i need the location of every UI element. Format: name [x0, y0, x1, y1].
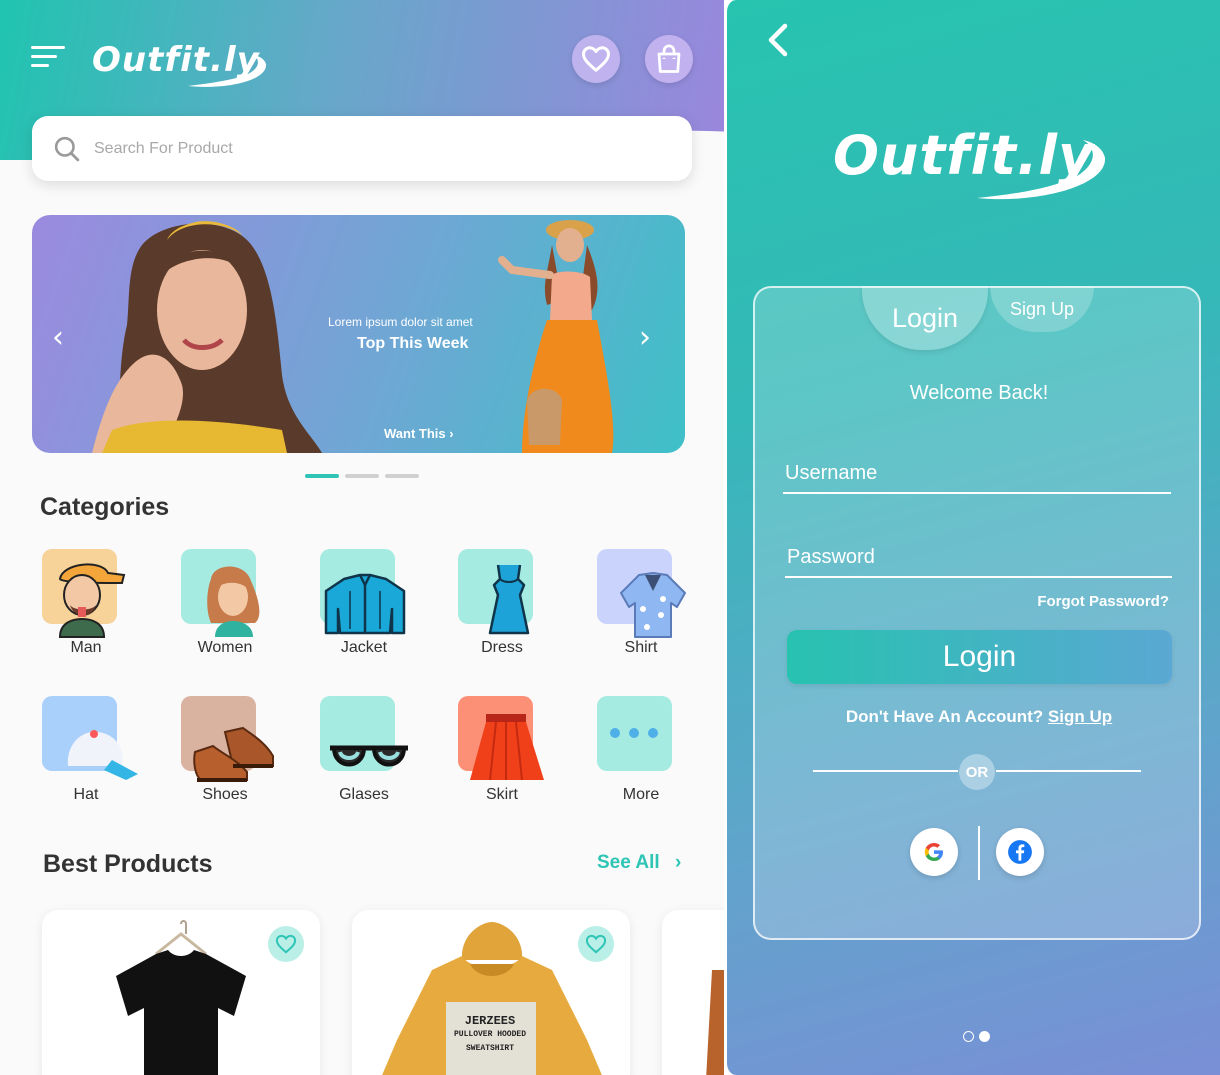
hoodie-print-line: PULLOVER HOODED [453, 1030, 526, 1039]
category-label: Hat [73, 786, 99, 803]
shoes-icon [193, 726, 274, 782]
login-button[interactable]: Login [787, 630, 1172, 684]
password-input[interactable] [785, 538, 1172, 576]
tab-login[interactable]: Login [862, 286, 988, 350]
banner-prev-arrow[interactable]: ‹ [52, 320, 64, 355]
logo-swoosh-icon [188, 55, 267, 87]
category-label: Women [197, 639, 253, 656]
glasses-icon [330, 745, 408, 767]
category-skirt[interactable]: Skirt [458, 696, 568, 816]
carousel-dot[interactable] [385, 474, 419, 478]
signup-link[interactable]: Sign Up [1048, 707, 1112, 726]
menu-icon[interactable] [31, 46, 65, 72]
no-account-text: Don't Have An Account? [845, 707, 1044, 726]
jacket-icon [324, 573, 406, 635]
dress-icon [488, 564, 530, 635]
carousel-dot[interactable] [305, 474, 339, 478]
see-all-label: See All [597, 852, 660, 873]
username-field[interactable] [783, 454, 1171, 494]
category-hat[interactable]: Hat [42, 696, 152, 816]
see-all-link[interactable]: See All › [597, 852, 681, 874]
banner-next-arrow[interactable]: › [639, 320, 651, 355]
wishlist-button[interactable] [572, 35, 620, 83]
model-photo-right [498, 220, 614, 453]
divider-line [813, 770, 958, 772]
back-arrow-icon[interactable] [767, 22, 789, 58]
password-field[interactable] [785, 538, 1172, 578]
product-card[interactable] [42, 910, 320, 1075]
facebook-icon [1008, 840, 1032, 864]
hoodie-print: JERZEES PULLOVER HOODED SWEATSHIRT [448, 1014, 532, 1056]
hoodie-print-line: SWEATSHIRT [465, 1044, 514, 1053]
search-input[interactable] [94, 139, 594, 158]
google-icon [924, 843, 943, 861]
category-label: Jacket [340, 639, 388, 656]
categories-heading: Categories [40, 493, 170, 521]
login-screen: Outfit.ly Login Sign Up Welcome Back! Fo… [724, 0, 1220, 1075]
category-label: Shirt [624, 639, 658, 656]
category-glasses[interactable]: Glases [320, 696, 430, 816]
category-more[interactable]: More [597, 696, 707, 816]
divider-line [996, 770, 1141, 772]
man-avatar-icon [58, 563, 126, 638]
woman-avatar-icon [207, 566, 260, 637]
favorite-button[interactable] [268, 926, 304, 962]
model-photo-left [92, 221, 322, 453]
or-divider: OR [813, 754, 1143, 790]
heart-icon [275, 934, 297, 954]
home-screen: Outfit.ly Search For Product ‹ › Lorem i… [0, 0, 724, 1075]
promo-banner[interactable]: ‹ › Lorem ipsum dolor sit amet Top This … [32, 215, 685, 453]
carousel-dot[interactable] [345, 474, 379, 478]
search-icon [54, 136, 80, 161]
product-image-partial [706, 970, 724, 1075]
category-label: Man [70, 639, 102, 656]
username-input[interactable] [783, 454, 1171, 492]
pager-dot-active[interactable] [979, 1031, 990, 1042]
product-card[interactable]: JERZEES PULLOVER HOODED SWEATSHIRT [352, 910, 630, 1075]
skirt-icon [470, 714, 544, 781]
page-indicator [963, 1027, 995, 1046]
login-card: Login Sign Up Welcome Back! Forgot Passw… [753, 286, 1201, 940]
banner-cta-link[interactable]: Want This › [384, 426, 454, 441]
category-jacket[interactable]: Jacket [320, 549, 430, 669]
more-dots-icon [610, 728, 658, 738]
tab-signup[interactable]: Sign Up [990, 286, 1094, 332]
chevron-right-icon: › [674, 852, 682, 873]
cart-button[interactable] [645, 35, 693, 83]
cap-icon [67, 730, 138, 780]
banner-subtitle: Lorem ipsum dolor sit amet [328, 315, 473, 329]
heart-icon [582, 46, 610, 72]
banner-title: Top This Week [357, 335, 469, 352]
shopping-bag-icon [657, 44, 681, 73]
shirt-icon [620, 572, 686, 638]
category-dress[interactable]: Dress [458, 549, 568, 669]
category-women[interactable]: Women [181, 549, 291, 669]
search-bar[interactable] [32, 116, 692, 181]
category-shirt[interactable]: Shirt [597, 549, 707, 669]
product-card[interactable] [662, 910, 724, 1075]
google-login-button[interactable] [910, 828, 958, 876]
logo-swoosh-icon [977, 140, 1106, 200]
product-image-black-tshirt [116, 920, 246, 1075]
category-label: Shoes [202, 786, 248, 803]
category-shoes[interactable]: Shoes [181, 696, 291, 816]
signup-prompt: Don't Have An Account? Sign Up [755, 707, 1203, 727]
category-label: Skirt [486, 786, 518, 803]
hoodie-print-line: JERZEES [464, 1014, 516, 1028]
category-label: More [622, 786, 660, 803]
or-badge: OR [959, 754, 995, 790]
social-divider [978, 826, 980, 880]
best-products-heading: Best Products [43, 850, 213, 878]
pager-dot[interactable] [963, 1031, 974, 1042]
facebook-login-button[interactable] [996, 828, 1044, 876]
category-label: Dress [481, 639, 523, 656]
forgot-password-link[interactable]: Forgot Password? [1037, 593, 1169, 610]
category-label: Glases [339, 786, 389, 803]
welcome-text: Welcome Back! [909, 382, 1049, 404]
category-man[interactable]: Man [42, 549, 152, 669]
banner-carousel-indicator [305, 463, 425, 482]
